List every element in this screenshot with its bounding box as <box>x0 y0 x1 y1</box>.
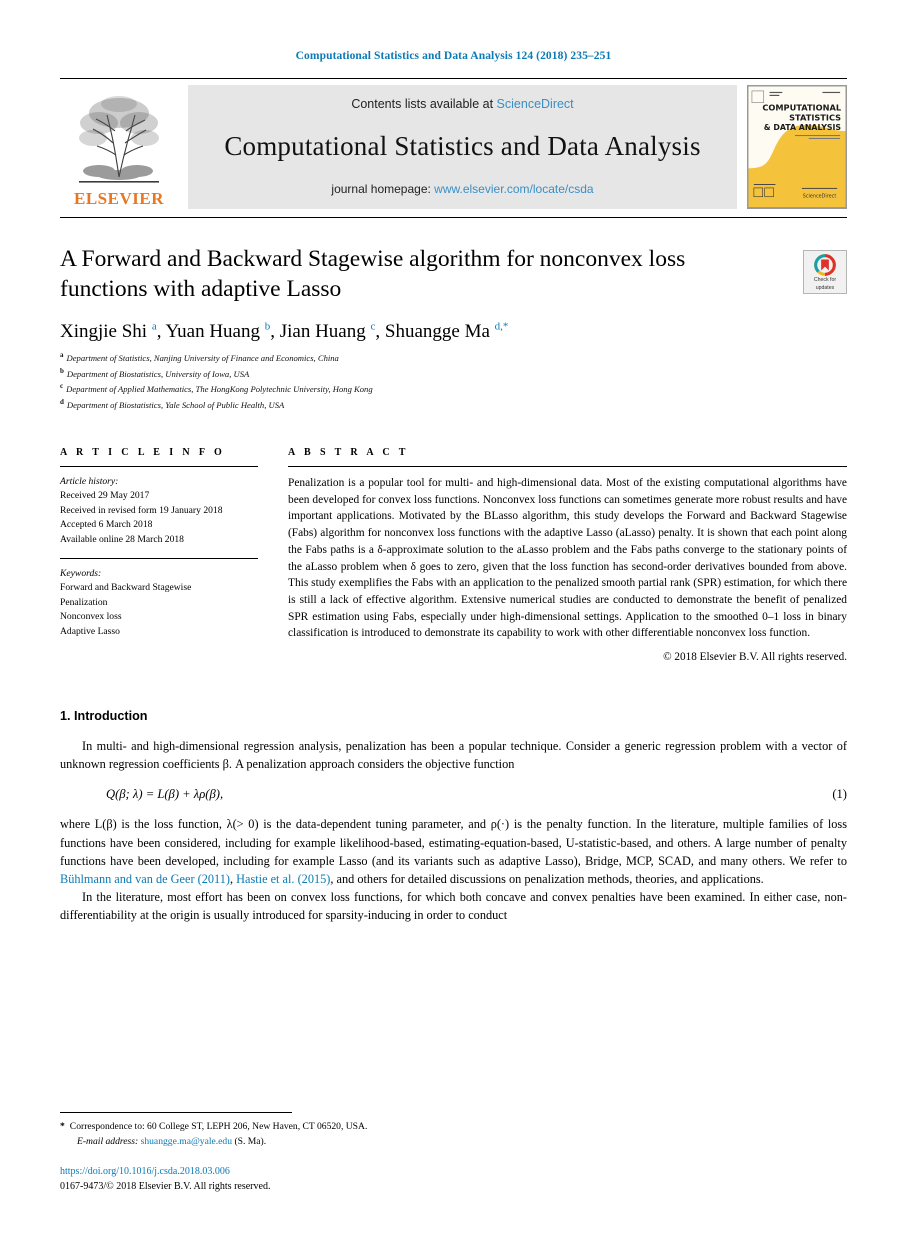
keywords-rule <box>60 557 258 559</box>
keyword-item: Adaptive Lasso <box>60 625 120 637</box>
masthead-bottom-rule <box>60 217 847 218</box>
article-info-column: A R T I C L E I N F O Article history: R… <box>60 447 288 663</box>
author-list: Xingjie Shi a, Yuan Huang b, Jian Huang … <box>60 320 509 343</box>
abstract-copyright: © 2018 Elsevier B.V. All rights reserved… <box>663 651 847 664</box>
info-abstract-row: A R T I C L E I N F O Article history: R… <box>60 447 847 663</box>
abstract-column: A B S T R A C T Penalization is a popula… <box>288 447 847 663</box>
keywords-label: Keywords: <box>60 567 102 579</box>
sciencedirect-link[interactable]: ScienceDirect <box>497 97 574 111</box>
elsevier-tree-icon <box>79 96 159 183</box>
svg-text:COMPUTATIONAL: COMPUTATIONAL <box>762 102 841 112</box>
intro-paragraph-3: In the literature, most effort has been … <box>60 890 847 923</box>
journal-cover-thumbnail: COMPUTATIONAL STATISTICS & DATA ANALYSIS <box>747 85 847 209</box>
crossmark-icon <box>814 254 836 276</box>
homepage-prefix: journal homepage: <box>331 182 431 196</box>
equation-row: Q(β; λ) = L(β) + λρ(β), (1) <box>60 787 847 802</box>
keyword-item: Penalization <box>60 596 108 608</box>
history-item: Available online 28 March 2018 <box>60 533 184 545</box>
masthead-region: ELSEVIER Contents lists available at Sci… <box>60 78 847 218</box>
contents-available-line: Contents lists available at ScienceDirec… <box>351 97 573 111</box>
keyword-item: Forward and Backward Stagewise <box>60 582 192 594</box>
svg-text:& DATA ANALYSIS: & DATA ANALYSIS <box>764 123 842 132</box>
running-head: Computational Statistics and Data Analys… <box>295 50 612 62</box>
article-info-heading: A R T I C L E I N F O <box>60 447 226 459</box>
affiliation-mark: b <box>60 366 64 375</box>
correspondence-note: * Correspondence to: 60 College ST, LEPH … <box>60 1120 847 1135</box>
affiliation-mark: a <box>60 350 64 359</box>
equation-1-number: (1) <box>832 787 847 802</box>
citation-hastie[interactable]: Hastie et al. <box>236 872 294 886</box>
correspondence-text: Correspondence to: 60 College ST, LEPH 2… <box>69 1121 368 1133</box>
section-heading-introduction: 1. Introduction <box>60 709 148 724</box>
svg-text:STATISTICS: STATISTICS <box>789 112 841 122</box>
affiliation-item: d Department of Biostatistics, Yale Schoo… <box>60 397 847 413</box>
email-label: E-mail address: <box>77 1136 139 1148</box>
email-link[interactable]: shuangge.ma@yale.edu <box>141 1136 232 1147</box>
footnote-block: * Correspondence to: 60 College ST, LEPH … <box>60 1112 847 1150</box>
citation-buhlmann-van-de-geer[interactable]: Bühlmann and van de Geer <box>60 872 195 886</box>
title-area: A Forward and Backward Stagewise algorit… <box>60 244 847 304</box>
page-title: A Forward and Backward Stagewise algorit… <box>60 246 686 303</box>
affiliation-text: Department of Applied Mathematics, The H… <box>66 384 373 395</box>
article-first-page: Computational Statistics and Data Analys… <box>0 0 907 1238</box>
journal-homepage-line: journal homepage: www.elsevier.com/locat… <box>331 182 593 196</box>
equation-1: Q(β; λ) = L(β) + λρ(β), <box>106 787 224 802</box>
masthead: ELSEVIER Contents lists available at Sci… <box>60 85 847 209</box>
doi-line[interactable]: https://doi.org/10.1016/j.csda.2018.03.0… <box>60 1164 270 1179</box>
affiliation-item: a Department of Statistics, Nanjing Unive… <box>60 350 847 366</box>
abstract-heading: A B S T R A C T <box>288 447 409 459</box>
svg-text:ScienceDirect: ScienceDirect <box>803 194 837 200</box>
affiliation-list: a Department of Statistics, Nanjing Unive… <box>60 350 847 413</box>
crossmark-line1: Check for <box>813 277 837 283</box>
crossmark-line2: updates <box>815 284 835 291</box>
elsevier-logo: ELSEVIER <box>60 85 178 209</box>
history-item: Received in revised form 19 January 2018 <box>60 504 223 516</box>
elsevier-wordmark: ELSEVIER <box>74 189 164 208</box>
affiliation-mark: d <box>60 398 64 407</box>
article-info-rule <box>60 466 258 468</box>
affiliation-text: Department of Biostatistics, Yale School… <box>66 400 285 411</box>
page-footer: https://doi.org/10.1016/j.csda.2018.03.0… <box>60 1164 270 1194</box>
affiliation-text: Department of Biostatistics, University … <box>66 368 250 379</box>
contents-prefix: Contents lists available at <box>351 97 494 111</box>
email-suffix: (S. Ma). <box>234 1136 267 1148</box>
affiliation-item: c Department of Applied Mathematics, The … <box>60 381 847 397</box>
footnote-rule <box>60 1112 292 1114</box>
crossmark-badge[interactable]: Check for updates <box>803 250 847 294</box>
intro-para2-lead: where L(β) is the loss function, λ(> 0) … <box>60 817 847 868</box>
affiliation-text: Department of Statistics, Nanjing Univer… <box>66 352 339 363</box>
issn-copyright-line: 0167-9473/© 2018 Elsevier B.V. All right… <box>60 1181 271 1192</box>
asterisk-marker: * <box>60 1121 65 1133</box>
article-history-label: Article history: <box>60 476 119 488</box>
email-note: E-mail address: shuangge.ma@yale.edu (S.… <box>60 1135 847 1150</box>
keyword-item: Nonconvex loss <box>60 611 122 623</box>
masthead-center-box: Contents lists available at ScienceDirec… <box>188 85 737 209</box>
journal-title: Computational Statistics and Data Analys… <box>224 131 701 161</box>
masthead-top-rule <box>60 78 847 79</box>
citation-hastie-year[interactable]: (2015) <box>298 872 331 886</box>
affiliation-mark: c <box>60 382 64 391</box>
journal-cover-art: COMPUTATIONAL STATISTICS & DATA ANALYSIS <box>748 86 846 208</box>
abstract-text: Penalization is a popular tool for multi… <box>288 477 847 640</box>
history-item: Accepted 6 March 2018 <box>60 519 153 531</box>
intro-para2-tail: , and others for detailed discussions on… <box>330 872 764 886</box>
intro-paragraph-2: where L(β) is the loss function, λ(> 0) … <box>60 817 847 886</box>
intro-paragraph-1: In multi- and high-dimensional regressio… <box>60 739 847 772</box>
citation-buhlmann-year[interactable]: (2011) <box>198 872 230 886</box>
history-item: Received 29 May 2017 <box>60 490 150 502</box>
affiliation-item: b Department of Biostatistics, University… <box>60 366 847 382</box>
introduction-section: 1. Introduction In multi- and high-dimen… <box>60 709 847 925</box>
journal-homepage-link[interactable]: www.elsevier.com/locate/csda <box>434 182 593 196</box>
abstract-rule <box>288 466 847 468</box>
